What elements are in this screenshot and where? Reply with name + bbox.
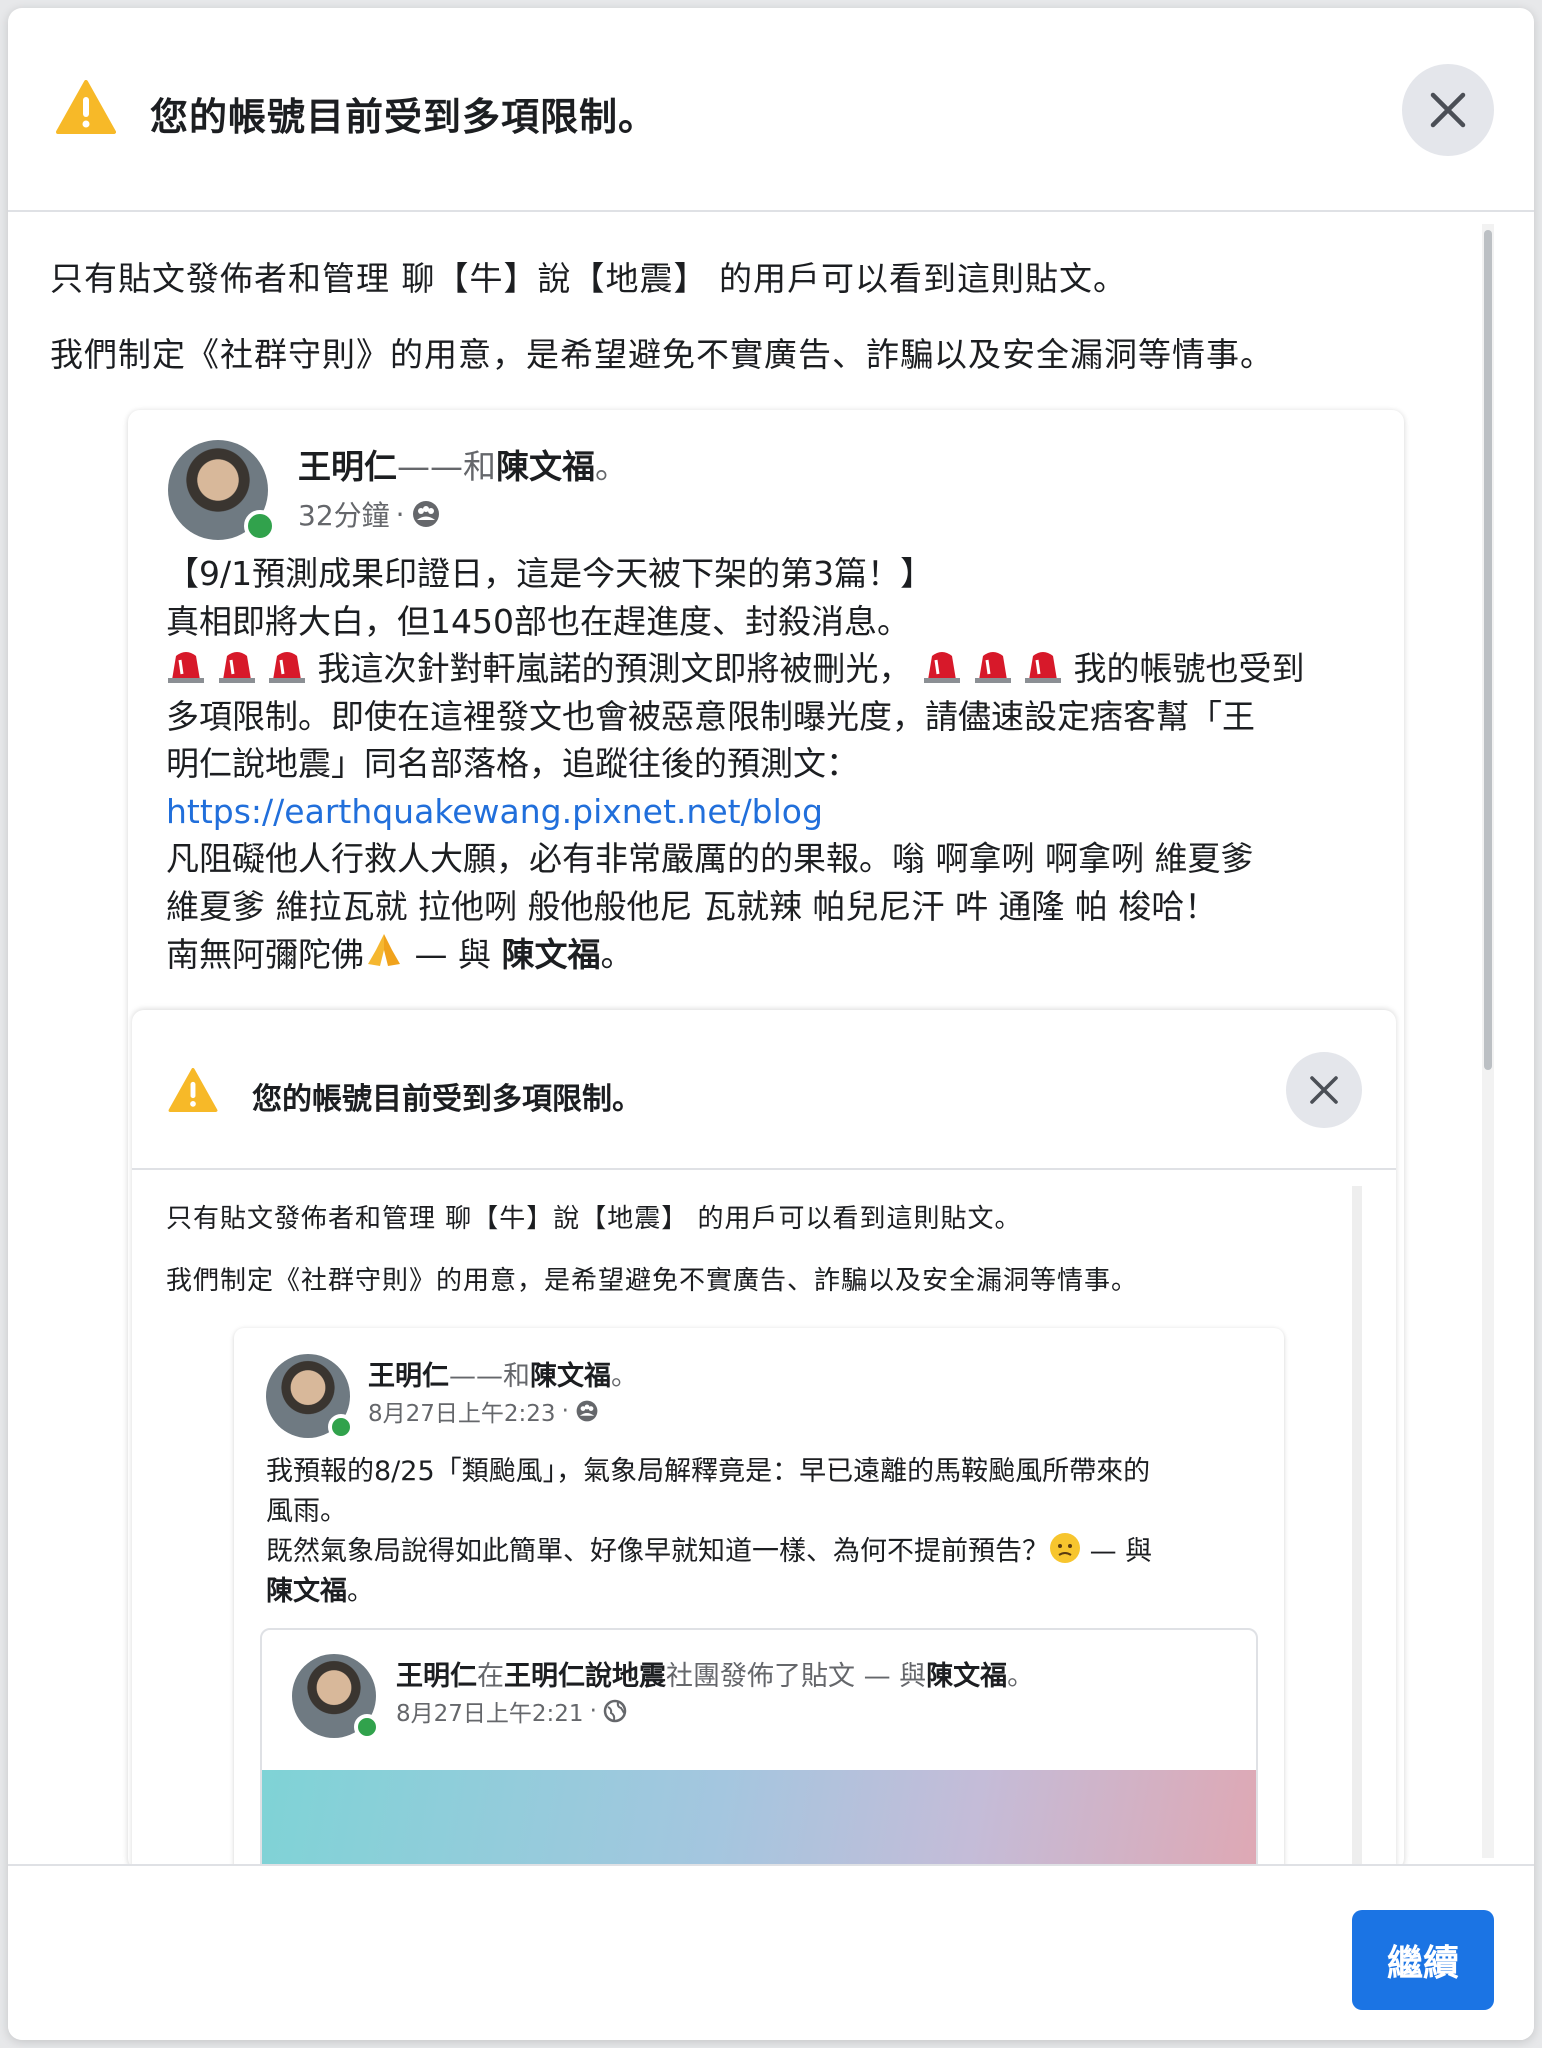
online-status-icon	[244, 510, 276, 542]
close-icon	[1310, 1076, 1338, 1104]
author-name[interactable]: 王明仁	[298, 447, 397, 486]
close-icon	[1430, 92, 1466, 128]
siren-icons	[922, 649, 1074, 688]
online-status-icon	[354, 1714, 380, 1740]
nested-restriction-dialog: 您的帳號目前受到多項限制。 只有貼文發佈者和管理 聊【牛】說【地震】 的用戶可以…	[132, 1010, 1396, 1864]
post-time[interactable]: 32分鐘	[298, 494, 390, 534]
shared-post-card: 王明仁在王明仁說地震社團發佈了貼文 — 與陳文福。 8月27日上午2:21 ·	[260, 1628, 1258, 1864]
shared-post-background	[262, 1770, 1256, 1864]
nested-post-meta: 8月27日上午2:23 ·	[368, 1394, 599, 1428]
nested-post-body: 我預報的8/25「類颱風」，氣象局解釋竟是：早已遠離的馬鞍颱風所帶來的 風雨。 …	[266, 1456, 1153, 1607]
restriction-dialog: 您的帳號目前受到多項限制。 只有貼文發佈者和管理 聊【牛】說【地震】 的用戶可以…	[8, 8, 1534, 2040]
dialog-body: 只有貼文發佈者和管理 聊【牛】說【地震】 的用戶可以看到這則貼文。 我們制定《社…	[8, 214, 1534, 1864]
nested-visibility-notice: 只有貼文發佈者和管理 聊【牛】說【地震】 的用戶可以看到這則貼文。	[166, 1204, 1022, 1234]
siren-icon	[1025, 652, 1061, 683]
shared-post-meta: 8月27日上午2:21 ·	[396, 1694, 627, 1728]
siren-icon	[168, 652, 204, 683]
nested-dialog-title: 您的帳號目前受到多項限制。	[252, 1082, 642, 1117]
group-icon	[576, 1400, 598, 1422]
nested-post-card: 王明仁——和陳文福。 8月27日上午2:23 · 我預報的8/25「類颱風」，氣象…	[234, 1328, 1284, 1864]
dialog-title: 您的帳號目前受到多項限制。	[150, 95, 658, 139]
tagged-user[interactable]: 陳文福	[496, 447, 595, 486]
blog-link[interactable]: https://earthquakewang.pixnet.net/blog	[166, 792, 823, 831]
warning-icon	[168, 1068, 218, 1112]
worried-face-icon	[1050, 1533, 1080, 1563]
nested-dialog-header: 您的帳號目前受到多項限制。	[132, 1010, 1396, 1170]
post-preview-card: 王明仁——和陳文福。 32分鐘 · 【9/1預測成果印證日，這是今天被下架的第3篇…	[128, 410, 1404, 1864]
continue-button[interactable]: 繼續	[1352, 1910, 1494, 2010]
scrollbar-thumb[interactable]	[1484, 230, 1492, 1070]
community-standards-notice: 我們制定《社群守則》的用意，是希望避免不實廣告、詐騙以及安全漏洞等情事。	[50, 335, 1274, 374]
praying-hands-icon	[368, 934, 400, 966]
dialog-footer: 繼續	[8, 1864, 1534, 2040]
warning-icon	[56, 80, 116, 134]
nested-standards-notice: 我們制定《社群守則》的用意，是希望避免不實廣告、詐騙以及安全漏洞等情事。	[166, 1266, 1139, 1296]
online-status-icon	[328, 1414, 354, 1440]
siren-icon	[269, 652, 305, 683]
post-body: 【9/1預測成果印證日，這是今天被下架的第3篇！】 真相即將大白，但1450部也…	[166, 554, 1305, 974]
globe-icon	[603, 1699, 627, 1723]
visibility-notice: 只有貼文發佈者和管理 聊【牛】說【地震】 的用戶可以看到這則貼文。	[50, 259, 1127, 298]
post-meta: 32分鐘 ·	[298, 494, 441, 534]
siren-icon	[924, 652, 960, 683]
dialog-header: 您的帳號目前受到多項限制。	[8, 8, 1534, 212]
shared-author-line: 王明仁在王明仁說地震社團發佈了貼文 — 與陳文福。	[396, 1661, 1035, 1692]
nested-scrollbar	[1352, 1186, 1362, 1864]
close-button[interactable]	[1402, 64, 1494, 156]
tagged-user[interactable]: 陳文福	[502, 935, 601, 974]
siren-icon	[974, 652, 1011, 683]
scrollbar[interactable]	[1482, 224, 1494, 1858]
post-author-line: 王明仁——和陳文福。	[298, 447, 628, 486]
siren-icon	[218, 652, 255, 683]
group-icon	[412, 501, 439, 527]
nested-close-button	[1286, 1052, 1362, 1128]
nested-author-line: 王明仁——和陳文福。	[368, 1361, 638, 1392]
siren-icons	[166, 649, 318, 688]
